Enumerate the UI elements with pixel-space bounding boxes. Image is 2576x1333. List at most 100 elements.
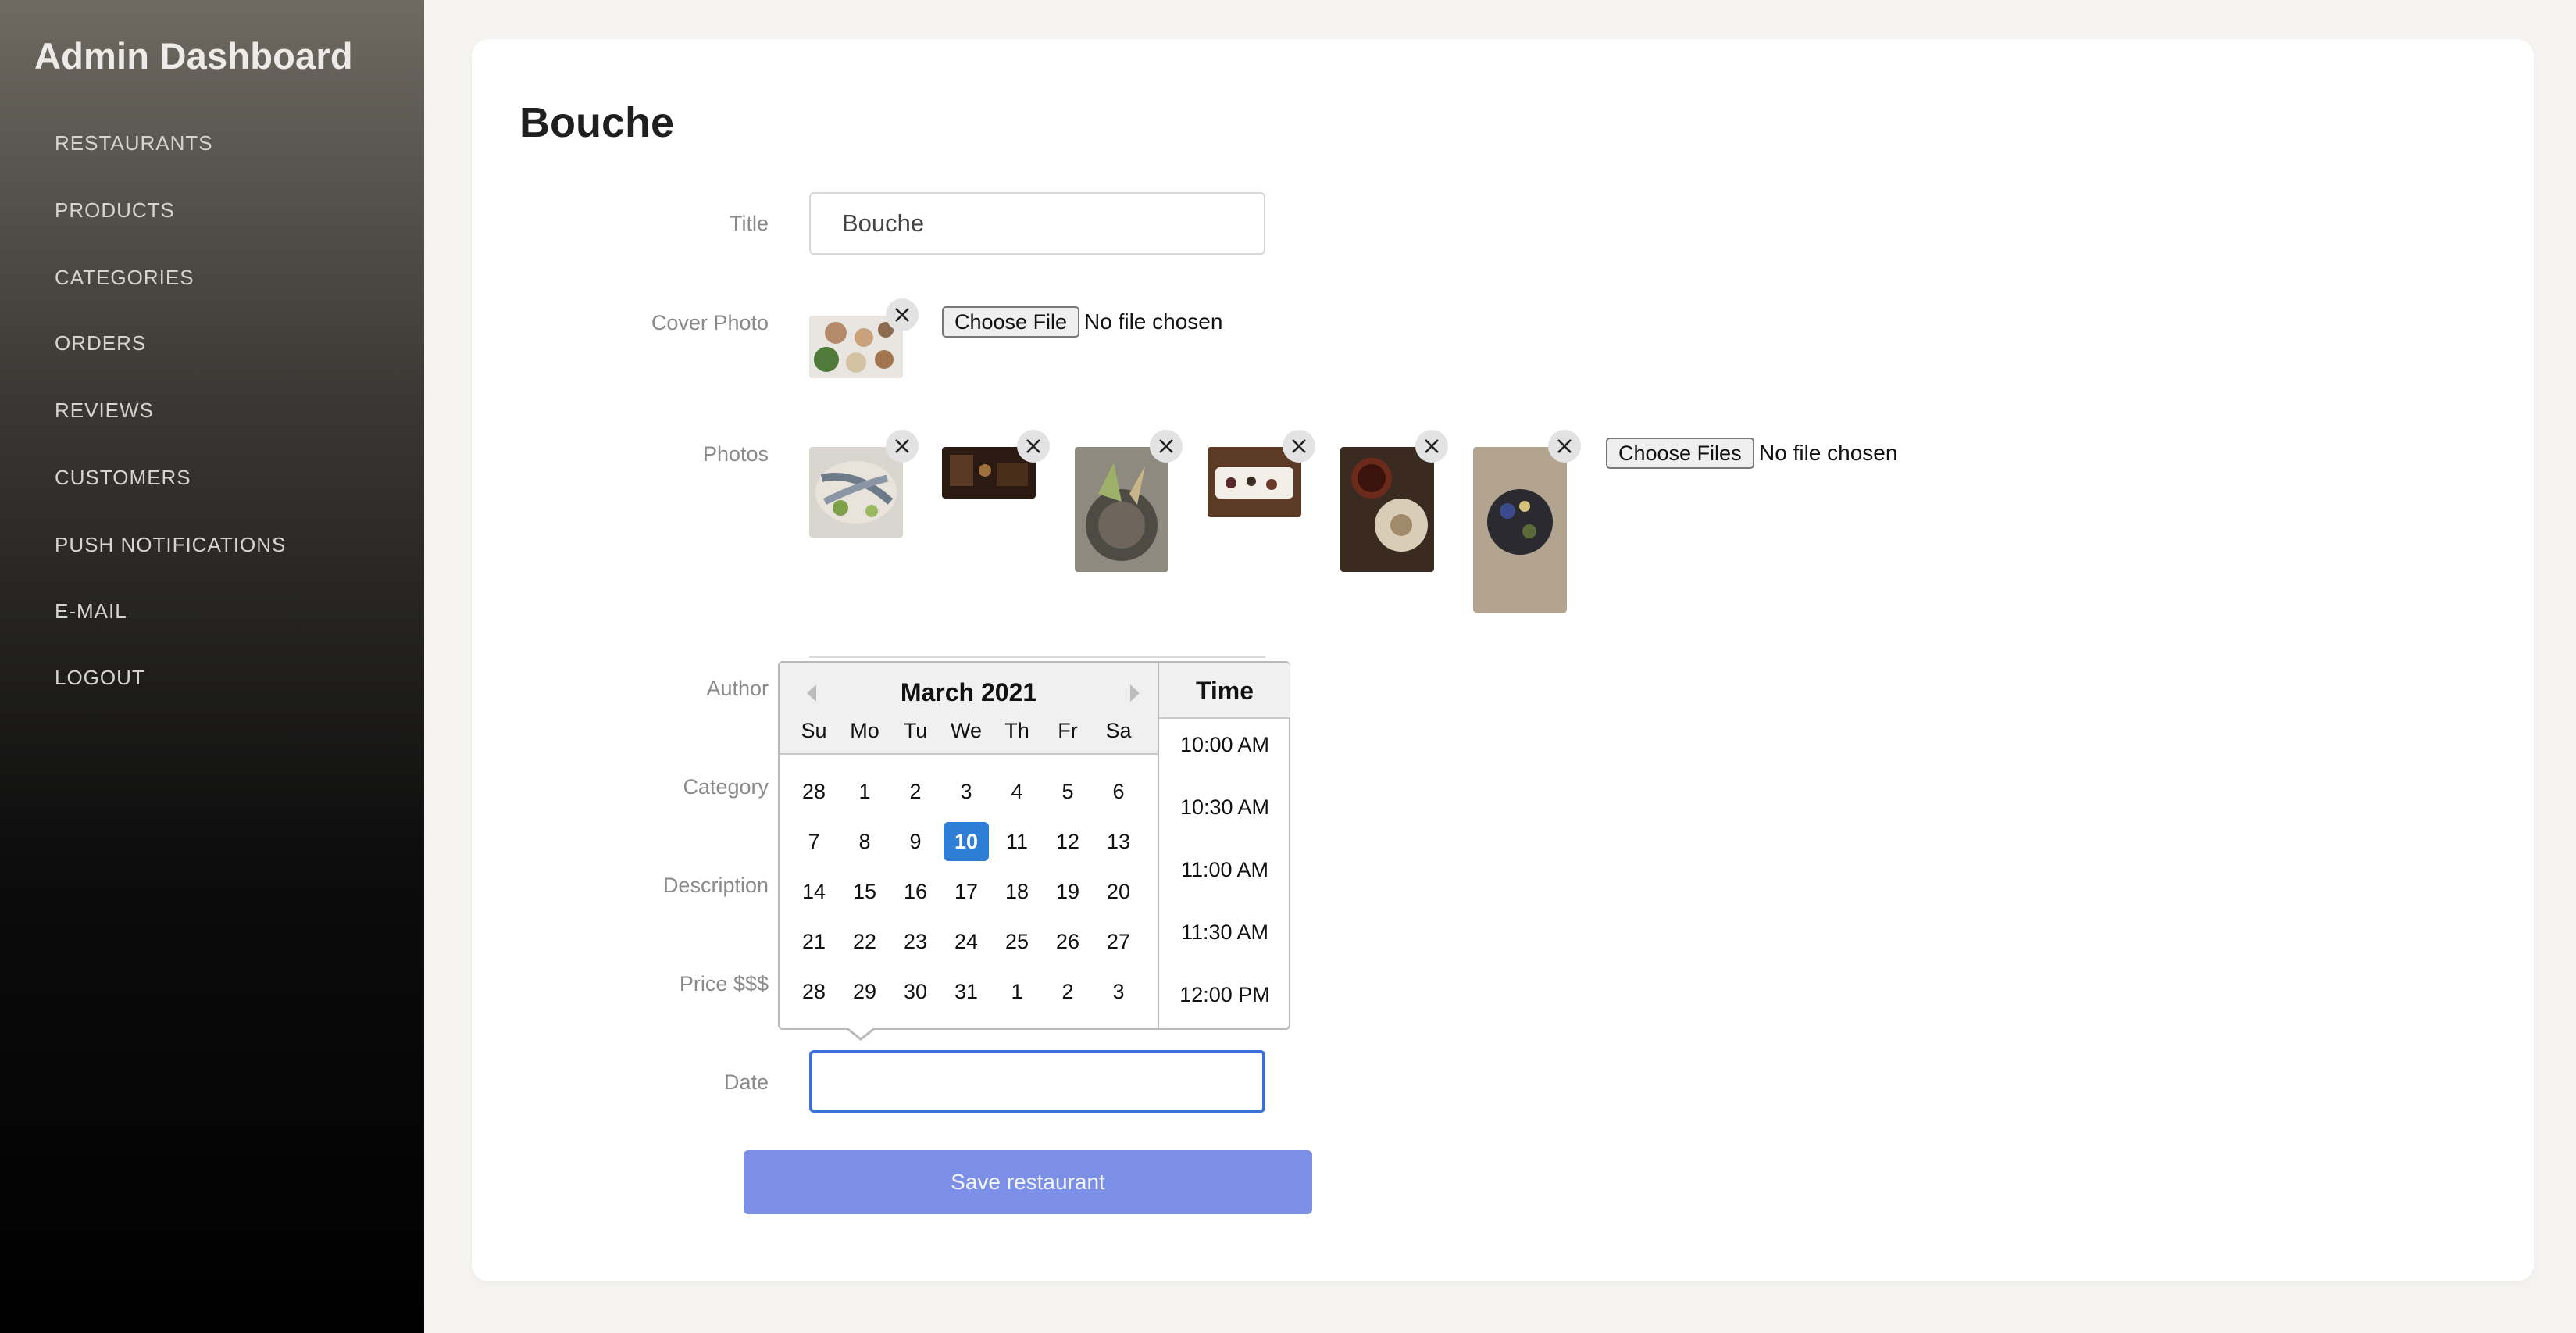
datepicker-caret-inner [847, 1027, 875, 1038]
calendar-day[interactable]: 13 [1096, 822, 1141, 861]
close-icon [1159, 439, 1173, 453]
calendar-day[interactable]: 18 [994, 872, 1040, 911]
calendar-day[interactable]: 30 [893, 972, 938, 1011]
sidebar-item-customers[interactable]: CUSTOMERS [55, 466, 191, 489]
photo-thumbnail [809, 447, 903, 538]
weekday-label: Mo [850, 719, 879, 742]
sidebar-item-push-notifications[interactable]: PUSH NOTIFICATIONS [55, 533, 286, 556]
calendar-day[interactable]: 3 [944, 772, 989, 811]
app-title: Admin Dashboard [34, 35, 353, 77]
sidebar-item-orders[interactable]: ORDERS [55, 331, 146, 355]
author-input[interactable] [809, 656, 1265, 659]
next-month-button[interactable] [1123, 681, 1147, 705]
weekday-label: Tu [903, 719, 928, 742]
calendar-day[interactable]: 2 [1045, 972, 1090, 1011]
calendar-day[interactable]: 28 [791, 972, 837, 1011]
calendar-day[interactable]: 10 [944, 822, 989, 861]
close-icon [1425, 439, 1439, 453]
calendar-day[interactable]: 20 [1096, 872, 1141, 911]
description-label: Description [662, 874, 769, 897]
sidebar-item-categories[interactable]: CATEGORIES [55, 266, 194, 289]
time-option[interactable]: 10:00 AM [1159, 733, 1290, 757]
time-option[interactable]: 12:00 PM [1159, 983, 1290, 1007]
page-title: Bouche [519, 99, 675, 146]
sidebar-item-reviews[interactable]: REVIEWS [55, 398, 154, 422]
calendar-day[interactable]: 5 [1045, 772, 1090, 811]
weekday-label: Th [1004, 719, 1029, 742]
calendar-day[interactable]: 9 [893, 822, 938, 861]
remove-photo-button[interactable] [1415, 430, 1448, 463]
month-title: March 2021 [900, 678, 1037, 706]
calendar-day[interactable]: 11 [994, 822, 1040, 861]
cover-photo-label: Cover Photo [651, 311, 769, 334]
calendar-day[interactable]: 7 [791, 822, 837, 861]
calendar-day[interactable]: 25 [994, 922, 1040, 961]
weekday-label: Fr [1058, 719, 1078, 742]
calendar-day[interactable]: 16 [893, 872, 938, 911]
remove-photo-button[interactable] [1283, 430, 1315, 463]
arrow-right-icon [1130, 684, 1140, 702]
title-input[interactable] [809, 192, 1265, 255]
time-option[interactable]: 11:30 AM [1159, 920, 1290, 945]
remove-cover-photo-button[interactable] [886, 298, 919, 331]
category-label: Category [683, 775, 769, 799]
calendar-day[interactable]: 12 [1045, 822, 1090, 861]
calendar-day[interactable]: 24 [944, 922, 989, 961]
calendar-day[interactable]: 31 [944, 972, 989, 1011]
remove-photo-button[interactable] [886, 430, 919, 463]
calendar-day[interactable]: 15 [842, 872, 887, 911]
calendar-day[interactable]: 4 [994, 772, 1040, 811]
calendar-day[interactable]: 3 [1096, 972, 1141, 1011]
author-label: Author [706, 677, 769, 700]
remove-photo-button[interactable] [1548, 430, 1581, 463]
close-icon [895, 308, 909, 322]
calendar-day[interactable]: 22 [842, 922, 887, 961]
date-input[interactable] [809, 1050, 1265, 1113]
calendar-day[interactable]: 26 [1045, 922, 1090, 961]
calendar-day[interactable]: 19 [1045, 872, 1090, 911]
calendar-day[interactable]: 8 [842, 822, 887, 861]
close-icon [895, 439, 909, 453]
remove-photo-button[interactable] [1150, 430, 1183, 463]
close-icon [1557, 439, 1572, 453]
time-option[interactable]: 11:00 AM [1159, 858, 1290, 882]
photos-file-status: No file chosen [1759, 441, 1898, 465]
form-card [472, 39, 2534, 1281]
photos-choose-files-button[interactable]: Choose Files [1606, 438, 1754, 469]
calendar-day[interactable]: 17 [944, 872, 989, 911]
remove-photo-button[interactable] [1017, 430, 1050, 463]
calendar-day[interactable]: 29 [842, 972, 887, 1011]
save-restaurant-button[interactable]: Save restaurant [744, 1150, 1312, 1214]
time-option[interactable]: 10:30 AM [1159, 795, 1290, 820]
cover-photo-file-status: No file chosen [1084, 309, 1223, 334]
photo-thumbnail [1075, 447, 1168, 572]
title-label: Title [729, 212, 769, 235]
close-icon [1026, 439, 1040, 453]
calendar-day[interactable]: 6 [1096, 772, 1141, 811]
calendar-day[interactable]: 14 [791, 872, 837, 911]
cover-photo-choose-file-button[interactable]: Choose File [942, 306, 1080, 338]
photos-label: Photos [702, 442, 769, 466]
sidebar-item-restaurants[interactable]: RESTAURANTS [55, 131, 213, 155]
sidebar-item-products[interactable]: PRODUCTS [55, 198, 175, 222]
sidebar-item-email[interactable]: E-MAIL [55, 599, 127, 623]
datepicker-popup: March 2021 Su Mo Tu We Th Fr Sa 28 1 2 3 4 5 6… [778, 661, 1290, 1030]
calendar-day[interactable]: 1 [842, 772, 887, 811]
calendar-day[interactable]: 21 [791, 922, 837, 961]
datepicker-header: March 2021 Su Mo Tu We Th Fr Sa [780, 663, 1158, 755]
weekday-label: Sa [1105, 719, 1132, 742]
sidebar-item-logout[interactable]: LOGOUT [55, 666, 145, 689]
close-icon [1292, 439, 1306, 453]
calendar-day[interactable]: 1 [994, 972, 1040, 1011]
date-label: Date [723, 1070, 769, 1094]
price-label: Price $$$ [679, 972, 769, 995]
calendar-day[interactable]: 23 [893, 922, 938, 961]
calendar-day[interactable]: 27 [1096, 922, 1141, 961]
calendar-day[interactable]: 2 [893, 772, 938, 811]
time-header: Time [1159, 663, 1290, 719]
weekday-label: We [950, 719, 982, 742]
photo-thumbnail [1340, 447, 1434, 572]
time-list: Time 10:00 AM 10:30 AM 11:00 AM 11:30 AM… [1158, 663, 1290, 1028]
weekday-label: Su [801, 719, 827, 742]
calendar-day[interactable]: 28 [791, 772, 837, 811]
